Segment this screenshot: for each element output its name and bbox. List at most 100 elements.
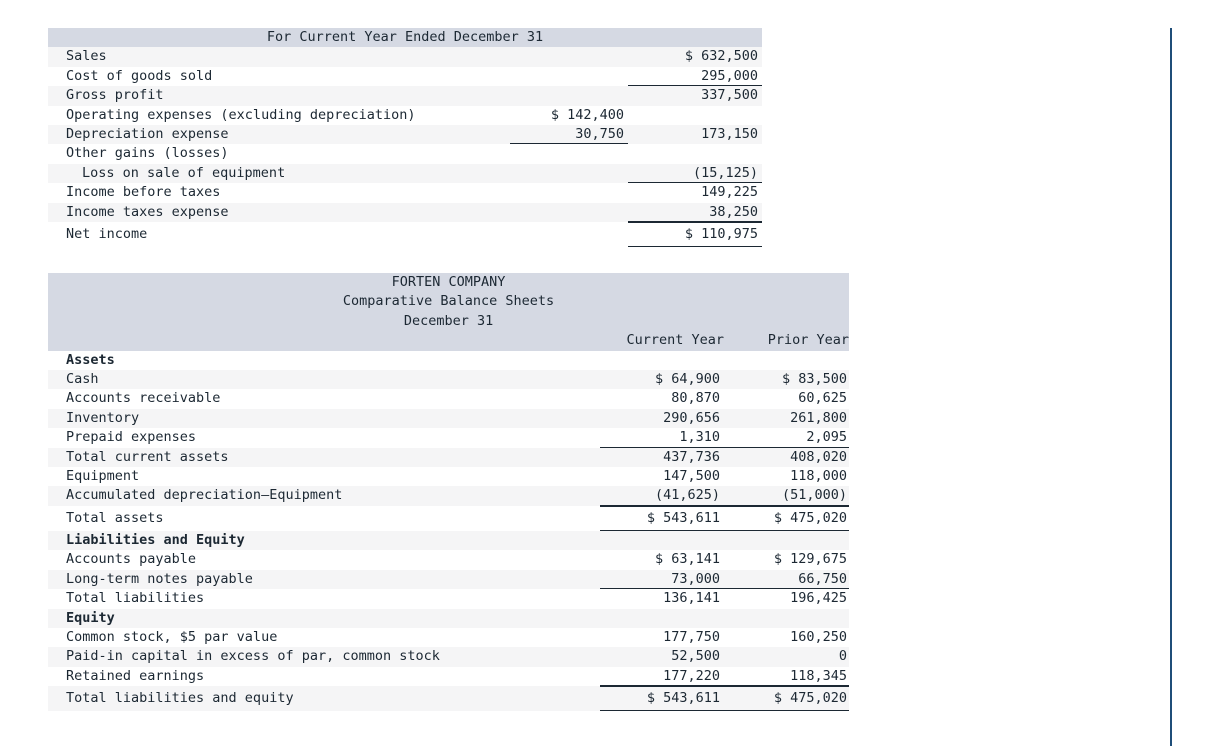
table-row: Net income $ 110,975 [48, 222, 763, 248]
row-value-a [510, 183, 628, 203]
column-header-prior-year: Prior Year [724, 331, 850, 351]
row-value-prior: 0 [724, 647, 850, 667]
table-row: Liabilities and Equity [48, 530, 850, 551]
row-label: Retained earnings [48, 666, 600, 687]
row-value-prior: 261,800 [724, 408, 850, 429]
row-value-prior: $ 83,500 [724, 370, 850, 390]
row-value-b [628, 144, 763, 164]
row-value-current [600, 530, 724, 551]
row-label: Liabilities and Equity [48, 530, 600, 551]
row-value-a [510, 86, 628, 106]
table-row: Depreciation expense 30,750 173,150 [48, 125, 763, 145]
row-label: Total assets [48, 505, 600, 531]
row-value-a [510, 222, 628, 248]
table-row: Cash $ 64,900 $ 83,500 [48, 370, 850, 390]
table-row: Accounts payable $ 63,141 $ 129,675 [48, 550, 850, 570]
row-label: Net income [48, 222, 510, 248]
table-row: Assets [48, 350, 850, 371]
row-value-current: 290,656 [600, 408, 724, 429]
table-row: Retained earnings 177,220 118,345 [48, 666, 850, 687]
income-statement-table: For Current Year Ended December 31 Sales $… [48, 28, 763, 248]
row-label: Depreciation expense [48, 125, 510, 145]
table-row: Operating expenses (excluding depreciati… [48, 105, 763, 126]
row-value-b: 149,225 [628, 183, 763, 203]
row-value-prior: $ 129,675 [724, 550, 850, 570]
row-value-a [510, 66, 628, 87]
balance-sheet-period: December 31 [48, 311, 850, 332]
row-label: Operating expenses (excluding depreciati… [48, 105, 510, 126]
row-value-a [510, 202, 628, 223]
row-value-current: 177,750 [600, 627, 724, 648]
row-value-current: 52,500 [600, 647, 724, 667]
row-value-current [600, 350, 724, 371]
row-value-prior: 160,250 [724, 627, 850, 648]
table-row: Paid-in capital in excess of par, common… [48, 647, 850, 667]
row-label: Sales [48, 47, 510, 67]
row-label: Long-term notes payable [48, 569, 600, 590]
row-value-b [628, 105, 763, 126]
row-label: Equity [48, 608, 600, 628]
income-statement-body: For Current Year Ended December 31 Sales $… [48, 28, 763, 248]
row-value-current: 73,000 [600, 569, 724, 590]
row-value-current [600, 608, 724, 628]
row-value-a: $ 142,400 [510, 105, 628, 126]
table-row: Inventory 290,656 261,800 [48, 408, 850, 429]
row-value-current: $ 543,611 [600, 686, 724, 712]
row-value-prior: 118,000 [724, 467, 850, 487]
table-row: Gross profit 337,500 [48, 86, 763, 106]
balance-sheet-table: FORTEN COMPANY Comparative Balance Sheets… [48, 273, 850, 712]
balance-sheet-company: FORTEN COMPANY [48, 273, 850, 293]
balance-sheet-column-header-row: Current Year Prior Year [48, 331, 850, 351]
row-label: Loss on sale of equipment [48, 163, 510, 184]
row-label: Gross profit [48, 86, 510, 106]
table-row: Equipment 147,500 118,000 [48, 467, 850, 487]
table-row: Other gains (losses) [48, 144, 763, 164]
row-label: Total liabilities and equity [48, 686, 600, 712]
balance-sheet-body: FORTEN COMPANY Comparative Balance Sheets… [48, 273, 850, 712]
row-value-current: 177,220 [600, 666, 724, 687]
income-statement-title: For Current Year Ended December 31 [48, 28, 763, 48]
row-label: Common stock, $5 par value [48, 627, 600, 648]
row-label: Inventory [48, 408, 600, 429]
table-row: Prepaid expenses 1,310 2,095 [48, 428, 850, 449]
row-label: Total liabilities [48, 589, 600, 609]
row-value-prior: 2,095 [724, 428, 850, 449]
row-value-current: 437,736 [600, 447, 724, 468]
table-row: Long-term notes payable 73,000 66,750 [48, 569, 850, 590]
table-row: Total assets $ 543,611 $ 475,020 [48, 505, 850, 531]
row-label: Cost of goods sold [48, 66, 510, 87]
row-label: Other gains (losses) [48, 144, 510, 164]
row-value-a [510, 144, 628, 164]
row-value-prior: 118,345 [724, 666, 850, 687]
table-row: Income taxes expense 38,250 [48, 202, 763, 223]
row-value-current: $ 63,141 [600, 550, 724, 570]
column-header-spacer [48, 331, 600, 351]
balance-sheet-title-row: Comparative Balance Sheets [48, 292, 850, 312]
row-value-a [510, 163, 628, 184]
row-value-prior: 196,425 [724, 589, 850, 609]
row-value-current: (41,625) [600, 486, 724, 507]
row-label: Cash [48, 370, 600, 390]
row-value-current: $ 64,900 [600, 370, 724, 390]
row-value-b: 173,150 [628, 125, 763, 145]
row-value-b: $ 110,975 [628, 222, 763, 248]
row-value-current: 80,870 [600, 389, 724, 409]
row-value-current: 1,310 [600, 428, 724, 449]
row-value-prior: $ 475,020 [724, 686, 850, 712]
column-header-current-year: Current Year [600, 331, 724, 351]
table-row: Total liabilities 136,141 196,425 [48, 589, 850, 609]
row-value-a: 30,750 [510, 125, 628, 145]
row-value-b: $ 632,500 [628, 47, 763, 67]
row-label: Equipment [48, 467, 600, 487]
table-row: Accumulated depreciation—Equipment (41,62… [48, 486, 850, 507]
row-value-prior [724, 530, 850, 551]
table-row: Cost of goods sold 295,000 [48, 66, 763, 87]
row-value-current: 136,141 [600, 589, 724, 609]
row-value-current: 147,500 [600, 467, 724, 487]
row-value-current: $ 543,611 [600, 505, 724, 531]
row-label: Income before taxes [48, 183, 510, 203]
row-value-prior: (51,000) [724, 486, 850, 507]
row-value-b: 38,250 [628, 202, 763, 223]
table-row: Total current assets 437,736 408,020 [48, 447, 850, 468]
row-label: Accumulated depreciation—Equipment [48, 486, 600, 506]
